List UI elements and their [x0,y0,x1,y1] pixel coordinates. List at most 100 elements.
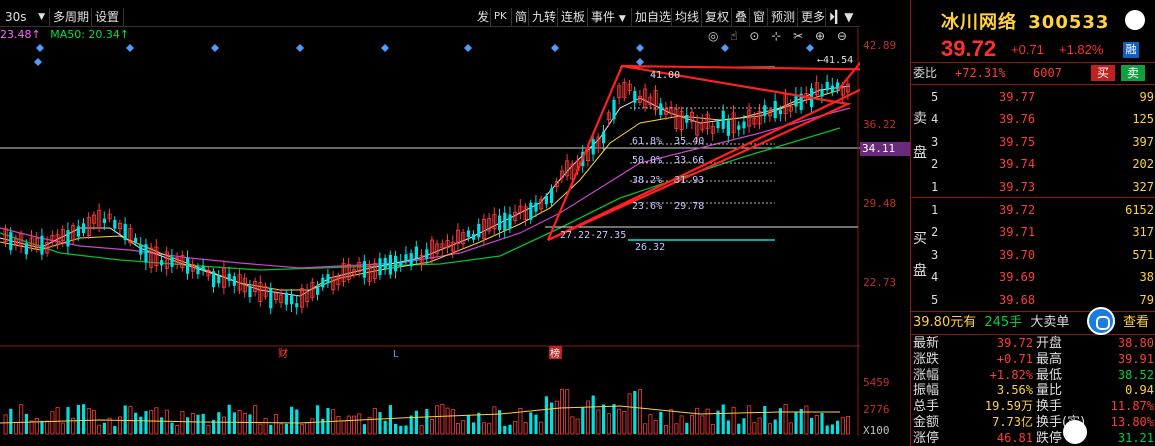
volume-bar [180,411,185,435]
volume-bar [830,424,834,434]
stat-value: 0.94 [1125,383,1154,398]
add-watchlist-button[interactable]: 加自选 [632,8,672,26]
volume-bar [768,423,773,435]
chevron-down-icon: ▼ [618,14,626,24]
candle-body [269,288,273,309]
volume-bar [217,412,221,434]
buy-button[interactable]: 买 [1091,65,1115,81]
sell-order-level: 1 [931,179,939,194]
predict-button[interactable]: 预测 [768,8,798,26]
candle-body [466,230,470,238]
volume-bar [295,409,299,434]
volume-bar [321,418,325,434]
volume-bar [648,414,653,435]
y-label-3: 29.48 [863,197,897,210]
volume-bar [617,408,622,435]
stat-row: 振幅 3.56% 量比 0.94 [911,383,1155,398]
volume-bar [97,424,102,435]
stat-label: 最低 [1036,367,1063,383]
volume-bar [160,417,164,434]
candle-body [550,188,554,204]
volume-bar [123,405,127,434]
sell-order-row[interactable]: 3 39.75 397 [911,131,1155,153]
view-link[interactable]: 查看 [1123,314,1149,332]
sell-order-row[interactable]: 2 39.74 202 [911,153,1155,175]
sell-order-row[interactable]: 1 39.73 327 [911,176,1155,198]
event-marker-cai[interactable]: 财 [278,347,288,360]
sell-order-row[interactable]: 5 39.77 99 [911,86,1155,108]
volume-bar [638,389,643,435]
buy-order-row[interactable]: 3 39.70 571 [911,244,1155,266]
big-order-label: 大卖单 [1030,315,1070,330]
simple-button[interactable]: 简 [512,8,529,26]
buy-order-level: 2 [931,225,939,240]
candle-body [472,234,476,240]
event-marker-bang[interactable]: 榜 [550,347,560,360]
adjust-button[interactable]: 复权 [702,8,732,26]
expand-button[interactable]: ⏵▎▼ [826,8,860,26]
stat-label: 金额 [913,415,940,430]
sell-button[interactable]: 卖 [1121,65,1145,81]
volume-bar [731,406,736,435]
stat-label: 最新 [913,336,940,351]
float-circle-button[interactable] [1063,420,1087,444]
big-order-qty: 245手 [984,315,1023,330]
settings-button[interactable]: 设置 [92,8,124,26]
candle-body [498,215,502,231]
buy-order-row[interactable]: 1 39.72 6152 [911,199,1155,221]
buy-order-level: 1 [931,203,939,217]
sell-order-row[interactable]: 4 39.76 125 [911,108,1155,130]
volume-bar [113,425,117,434]
buy-order-price: 39.72 [999,203,1036,217]
buy-order-volume: 317 [1132,225,1154,240]
volume-bar [326,408,330,434]
volume-bar [170,422,174,434]
candle-body [544,196,548,205]
y-label-4: 22.73 [863,276,897,289]
volume-bar [29,420,34,435]
bottom-tabs-partial[interactable]: ▁▁▁▁ ▁▁▁ ▁▁▁▁▁ ▁▁▁ ▁▁▁▁ [0,436,910,446]
stat-label: 换手 [1036,399,1063,415]
buy-order-row[interactable]: 4 39.69 38 [911,266,1155,288]
ma-button[interactable]: 均线 [672,8,702,26]
ma30-line [0,107,851,269]
events-button[interactable]: 事件 ▼ [588,8,632,26]
event-marker-l[interactable]: L [393,349,399,360]
candle-body [248,286,252,298]
avatar[interactable] [1125,10,1145,30]
window-button[interactable]: 窗 [750,8,768,26]
stat-value: 38.52 [1117,367,1154,382]
volume-bar [357,413,362,435]
candle-body [534,202,538,212]
candle-body [170,256,174,267]
period-label: 30s [5,10,27,24]
more-button[interactable]: 更多 [798,8,826,26]
volume-bar [378,412,382,434]
pk-button[interactable]: PK [491,8,512,26]
candle-body [82,223,86,234]
kline-chart[interactable]: ←41.54 41.00 61.8% 35.40 50.0% 33.66 38.… [0,28,860,436]
stat-value: 31.21 [1117,430,1154,445]
quote-panel: 冰川网络 300533 39.72 +0.71 +1.82% 融 委比 +72.… [910,0,1155,446]
buy-order-row[interactable]: 2 39.71 317 [911,221,1155,243]
buy-order-row[interactable]: 5 39.68 79 [911,289,1155,311]
volume-bar [206,424,211,435]
volume-bar [529,412,533,434]
fa-button[interactable]: 发 [474,8,491,26]
volume-bar [523,422,528,435]
current-price-marker: 34.11 [860,142,910,156]
volume-bar [305,422,310,435]
stat-label: 涨跌 [913,351,940,367]
jiuzhuan-button[interactable]: 九转 [529,8,558,26]
top-menu-partial[interactable]: ▔▔▔ [0,0,25,6]
period-select[interactable]: 30s ▼ [2,8,50,26]
volume-bar [710,424,715,435]
overlay-button[interactable]: 叠 [732,8,750,26]
volume-bar [435,405,440,435]
lianban-button[interactable]: 连板 [558,8,588,26]
big-order-row[interactable]: 39.80元有 245手 大卖单 查看 [913,314,1153,332]
margin-badge: 融 [1123,42,1139,58]
candle-body [388,254,392,275]
assistant-float-button[interactable] [1087,307,1115,335]
multi-period-button[interactable]: 多周期 [50,8,92,26]
